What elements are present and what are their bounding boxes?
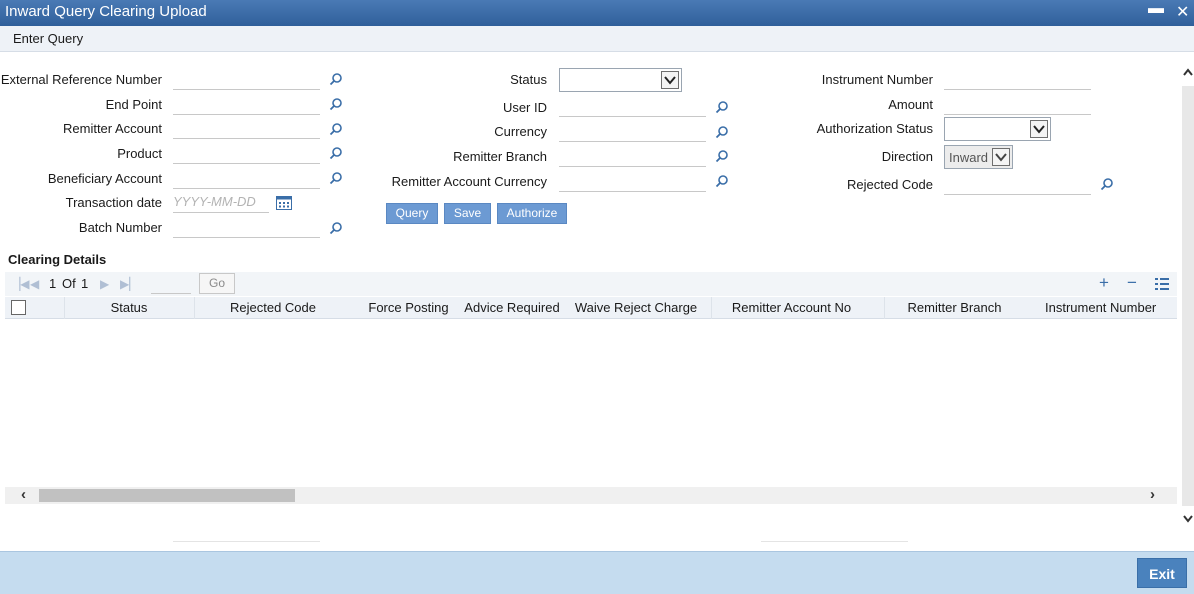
batch-number-input[interactable] xyxy=(173,216,320,238)
horizontal-scrollbar[interactable]: ‹ › xyxy=(5,486,1177,504)
next-page-icon[interactable]: ▶ xyxy=(100,277,109,291)
query-button[interactable]: Query xyxy=(386,203,438,224)
status-select[interactable] xyxy=(559,68,682,92)
transaction-date-label: Transaction date xyxy=(65,195,162,210)
instrument-number-input[interactable] xyxy=(944,68,1091,90)
vertical-scroll-track[interactable] xyxy=(1182,86,1194,506)
menu-bar: Enter Query xyxy=(0,26,1194,52)
search-icon[interactable] xyxy=(329,221,343,235)
chevron-down-icon xyxy=(1030,120,1048,138)
column-header-force-posting[interactable]: Force Posting xyxy=(355,300,462,315)
add-row-icon[interactable]: + xyxy=(1099,273,1109,293)
search-icon[interactable] xyxy=(329,146,343,160)
remitter-branch-input[interactable] xyxy=(559,145,706,167)
column-header-status[interactable]: Status xyxy=(64,300,194,315)
table-body xyxy=(5,320,1177,486)
beneficiary-account-input[interactable] xyxy=(173,167,320,189)
scrollbar-thumb[interactable] xyxy=(39,489,295,502)
search-icon[interactable] xyxy=(329,171,343,185)
authorization-status-select[interactable] xyxy=(944,117,1051,141)
column-header-waive-reject-charge[interactable]: Waive Reject Charge xyxy=(568,300,704,315)
previous-page-icon[interactable]: ◀ xyxy=(30,277,39,291)
divider xyxy=(761,541,908,542)
save-button[interactable]: Save xyxy=(444,203,491,224)
minimize-button[interactable]: ▬ xyxy=(1148,0,1164,18)
scroll-down-icon[interactable] xyxy=(1182,513,1194,525)
vertical-scrollbar[interactable] xyxy=(1177,62,1194,532)
currency-label: Currency xyxy=(494,124,547,139)
search-icon[interactable] xyxy=(715,125,729,139)
search-icon[interactable] xyxy=(1100,177,1114,191)
current-page: 1 xyxy=(49,276,57,291)
status-label: Status xyxy=(510,72,547,87)
footer-bar: Exit xyxy=(0,551,1194,594)
remitter-account-currency-input[interactable] xyxy=(559,170,706,192)
window-title: Inward Query Clearing Upload xyxy=(5,3,207,20)
direction-select[interactable]: Inward xyxy=(944,145,1013,169)
page-of-label: Of xyxy=(62,276,76,291)
instrument-number-label: Instrument Number xyxy=(821,72,933,87)
search-icon[interactable] xyxy=(329,97,343,111)
transaction-date-input[interactable] xyxy=(173,191,269,213)
external-reference-number-label: External Reference Number xyxy=(0,72,162,87)
remitter-account-input[interactable] xyxy=(173,117,320,139)
delete-row-icon[interactable]: − xyxy=(1127,273,1137,293)
scroll-up-icon[interactable] xyxy=(1182,66,1194,78)
search-icon[interactable] xyxy=(715,100,729,114)
close-button[interactable]: ✕ xyxy=(1176,2,1189,22)
remitter-account-currency-label: Remitter Account Currency xyxy=(391,174,547,189)
column-header-advice-required[interactable]: Advice Required xyxy=(462,300,562,315)
table-header: Status Rejected Code Force Posting Advic… xyxy=(5,297,1177,319)
user-id-input[interactable] xyxy=(559,95,706,117)
remitter-account-label: Remitter Account xyxy=(63,121,162,136)
rejected-code-label: Rejected Code xyxy=(847,177,933,192)
amount-label: Amount xyxy=(888,97,933,112)
end-point-label: End Point xyxy=(105,97,162,112)
column-header-instrument-number[interactable]: Instrument Number xyxy=(1045,300,1173,315)
search-icon[interactable] xyxy=(715,174,729,188)
pagination-bar: ▕◀ ◀ 1 Of 1 ▶ ▶▏ Go + − xyxy=(5,272,1177,296)
column-header-remitter-branch[interactable]: Remitter Branch xyxy=(884,300,1025,315)
direction-label: Direction xyxy=(881,149,933,164)
product-input[interactable] xyxy=(173,142,320,164)
chevron-down-icon xyxy=(992,148,1010,166)
amount-input[interactable] xyxy=(944,93,1091,115)
go-button[interactable]: Go xyxy=(199,273,235,294)
search-icon[interactable] xyxy=(715,149,729,163)
first-page-icon[interactable]: ▕◀ xyxy=(11,277,29,291)
remitter-branch-label: Remitter Branch xyxy=(453,149,547,164)
page-number-input[interactable] xyxy=(151,274,191,294)
direction-value: Inward xyxy=(949,150,989,165)
beneficiary-account-label: Beneficiary Account xyxy=(47,171,162,186)
enter-query-menu-item[interactable]: Enter Query xyxy=(13,31,83,46)
select-all-checkbox[interactable] xyxy=(11,300,26,315)
calendar-icon[interactable] xyxy=(276,195,292,210)
search-icon[interactable] xyxy=(329,122,343,136)
batch-number-label: Batch Number xyxy=(78,220,162,235)
last-page-icon[interactable]: ▶▏ xyxy=(120,277,138,291)
exit-button[interactable]: Exit xyxy=(1137,558,1187,588)
currency-input[interactable] xyxy=(559,120,706,142)
authorization-status-label: Authorization Status xyxy=(816,121,933,136)
column-header-rejected-code[interactable]: Rejected Code xyxy=(194,300,352,315)
list-view-icon[interactable] xyxy=(1155,278,1169,290)
chevron-down-icon xyxy=(661,71,679,89)
rejected-code-input[interactable] xyxy=(944,173,1091,195)
window-title-bar: Inward Query Clearing Upload ▬ ✕ xyxy=(0,0,1194,26)
scroll-left-icon[interactable]: ‹ xyxy=(21,486,26,503)
end-point-input[interactable] xyxy=(173,93,320,115)
authorize-button[interactable]: Authorize xyxy=(497,203,567,224)
clearing-details-title: Clearing Details xyxy=(8,252,107,267)
product-label: Product xyxy=(117,146,162,161)
column-header-remitter-account-no[interactable]: Remitter Account No xyxy=(711,300,872,315)
external-reference-number-input[interactable] xyxy=(173,68,320,90)
search-icon[interactable] xyxy=(329,72,343,86)
total-pages: 1 xyxy=(81,276,89,291)
divider xyxy=(173,541,320,542)
scroll-right-icon[interactable]: › xyxy=(1150,486,1155,503)
user-id-label: User ID xyxy=(502,100,547,115)
